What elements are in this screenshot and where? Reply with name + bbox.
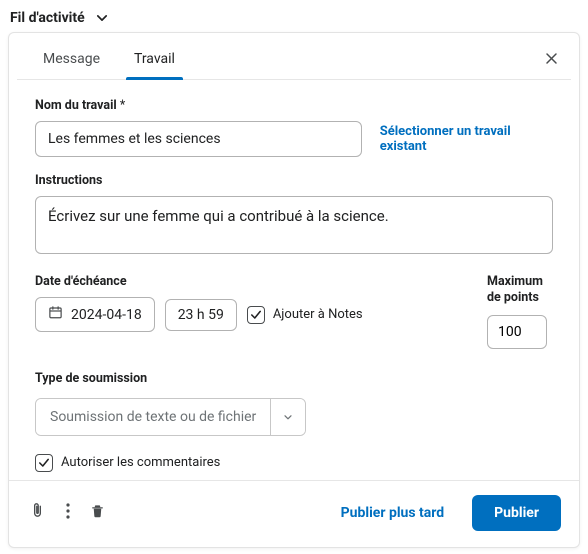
max-points-label-1: Maximum xyxy=(487,274,547,290)
instructions-textarea[interactable] xyxy=(35,196,553,254)
due-time-picker[interactable]: 23 h 59 xyxy=(165,299,237,331)
activity-feed-title: Fil d'activité xyxy=(10,10,85,26)
due-time-value: 23 h 59 xyxy=(178,307,224,323)
due-date-group: Date d'échéance 2024-04-18 23 h 59 xyxy=(35,274,363,332)
footer: Publier plus tard Publier xyxy=(9,480,579,547)
allow-comments-checkbox[interactable]: Autoriser les commentaires xyxy=(35,454,220,472)
allow-comments-label: Autoriser les commentaires xyxy=(61,455,220,470)
close-icon[interactable] xyxy=(540,47,563,74)
publish-button[interactable]: Publier xyxy=(472,495,561,531)
chevron-down-icon xyxy=(271,399,305,435)
due-date-picker[interactable]: 2024-04-18 xyxy=(35,297,155,332)
submission-type-value: Soumission de texte ou de fichier xyxy=(36,399,271,435)
name-label: Nom du travail * xyxy=(35,98,553,113)
name-label-text: Nom du travail xyxy=(35,98,117,113)
activity-panel: Message Travail Nom du travail * Sélecti… xyxy=(8,32,580,548)
trash-icon[interactable] xyxy=(88,501,107,525)
submission-type-label: Type de soumission xyxy=(35,371,553,386)
checkbox-icon xyxy=(247,306,265,324)
required-mark: * xyxy=(120,98,125,113)
activity-feed-header[interactable]: Fil d'activité xyxy=(8,6,580,32)
tabs: Message Travail xyxy=(17,33,571,80)
name-input[interactable] xyxy=(35,121,362,157)
due-date-value: 2024-04-18 xyxy=(71,307,142,323)
add-to-notes-label: Ajouter à Notes xyxy=(273,307,363,322)
checkbox-icon xyxy=(35,454,53,472)
publish-later-button[interactable]: Publier plus tard xyxy=(335,504,451,522)
submission-type-select[interactable]: Soumission de texte ou de fichier xyxy=(35,398,306,436)
max-points-label: Maximum de points xyxy=(487,274,547,307)
max-points-label-2: de points xyxy=(487,290,547,306)
chevron-down-icon xyxy=(95,11,109,25)
tab-travail[interactable]: Travail xyxy=(126,33,183,79)
attachment-icon[interactable] xyxy=(27,500,48,525)
more-icon[interactable] xyxy=(64,501,72,525)
max-points-group: Maximum de points xyxy=(487,274,553,349)
instructions-label: Instructions xyxy=(35,173,553,188)
max-points-input[interactable] xyxy=(487,315,547,349)
select-existing-link[interactable]: Sélectionner un travail existant xyxy=(380,124,553,154)
calendar-icon xyxy=(48,305,63,324)
due-date-label: Date d'échéance xyxy=(35,274,363,289)
add-to-notes-checkbox[interactable]: Ajouter à Notes xyxy=(247,306,363,324)
tab-message[interactable]: Message xyxy=(35,33,108,79)
